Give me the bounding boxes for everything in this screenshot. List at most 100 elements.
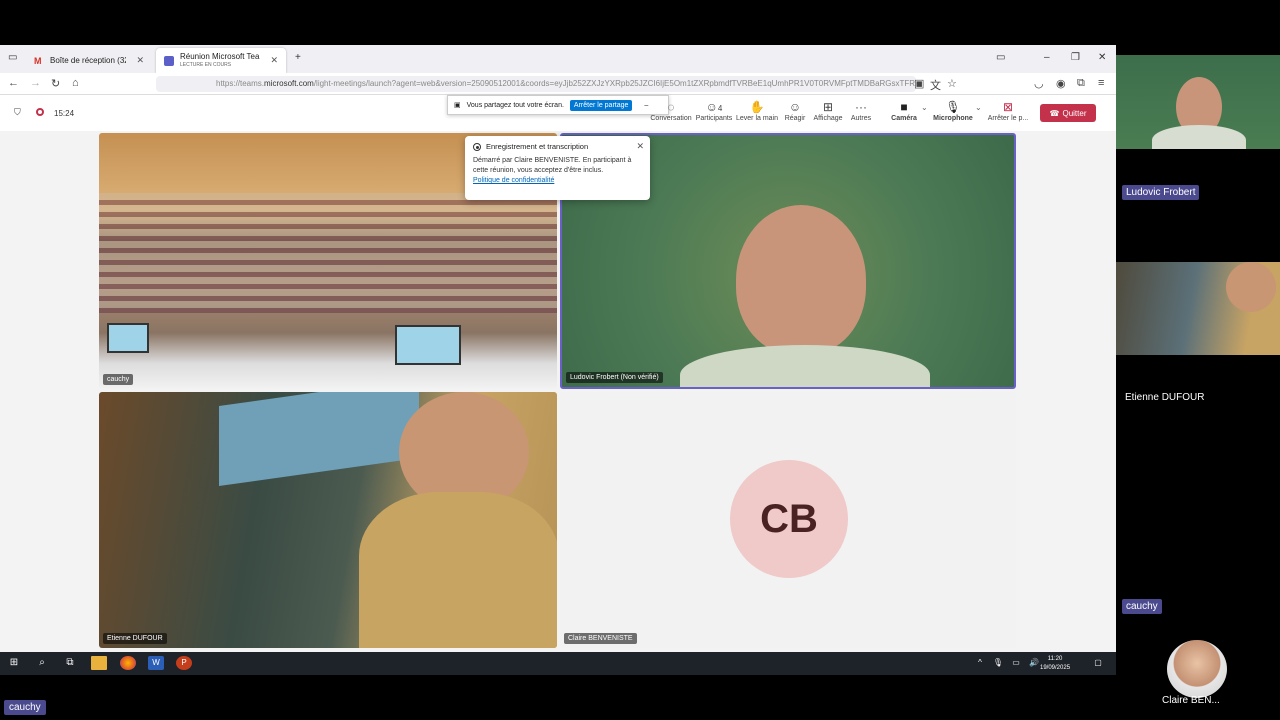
tab-teams-text: Réunion Microsoft Teams | Mic LECTURE EN… bbox=[180, 53, 260, 69]
toolbar-microphone[interactable]: 🎙 Microphone bbox=[931, 99, 975, 122]
share-banner: ▣ Vous partagez tout votre écran. Arrête… bbox=[447, 95, 669, 115]
tab-teams-sublabel: LECTURE EN COURS bbox=[180, 61, 232, 68]
extensions-icon[interactable]: ⧉ bbox=[1077, 77, 1085, 90]
avatar: CB bbox=[730, 460, 848, 578]
chevron-down-icon[interactable]: ⌄ bbox=[975, 103, 982, 112]
stop-sharing-button[interactable]: Arrêter le partage bbox=[569, 99, 633, 111]
toolbar-conversation[interactable]: ◌ Conversation bbox=[649, 99, 693, 122]
participant-shirt bbox=[1152, 125, 1246, 149]
tab-list-icon[interactable]: ▭ bbox=[8, 52, 17, 63]
tab-teams[interactable]: Réunion Microsoft Teams | Mic LECTURE EN… bbox=[156, 48, 286, 73]
toolbar-label: Arrêter le p... bbox=[987, 115, 1029, 122]
pocket-icon[interactable]: ◡ bbox=[1034, 77, 1044, 90]
recording-notice: Enregistrement et transcription ✕ Démarr… bbox=[465, 136, 650, 200]
shield-icon: ⛉ bbox=[14, 107, 21, 117]
toolbar-label: Conversation bbox=[650, 115, 692, 122]
url-path: /light-meetings/launch?agent=web&version… bbox=[313, 79, 916, 88]
recording-icon bbox=[36, 108, 44, 116]
forward-icon[interactable]: → bbox=[30, 77, 41, 89]
toolbar-camera[interactable]: ■ Caméra bbox=[882, 99, 926, 122]
screen-share-icon[interactable]: ▣ bbox=[914, 77, 924, 90]
restore-icon[interactable]: ❐ bbox=[1071, 52, 1080, 63]
camera-icon: ■ bbox=[900, 100, 908, 114]
participant-name: Etienne DUFOUR bbox=[103, 633, 167, 644]
chevron-down-icon[interactable]: ⌄ bbox=[921, 103, 928, 112]
address-field[interactable]: https://teams.microsoft.com/light-meetin… bbox=[156, 76, 916, 92]
recording-notice-body: Démarré par Claire BENVENISTE. En partic… bbox=[473, 156, 632, 175]
participant-shirt bbox=[359, 492, 557, 648]
browser-tab-bar: ▭ M Boîte de réception (32) - benoît ✕ R… bbox=[0, 45, 1116, 73]
close-icon[interactable]: ✕ bbox=[270, 55, 278, 66]
participant-shirt bbox=[680, 345, 930, 387]
side-label-claire: Claire BEN... bbox=[1162, 695, 1220, 706]
browser-url-bar: ← → ↻ ⌂ https://teams.microsoft.com/ligh… bbox=[0, 73, 1116, 95]
video-tile-claire[interactable]: CB Claire BENVENISTE bbox=[560, 392, 1016, 648]
toolbar-label: Caméra bbox=[891, 115, 917, 122]
avatar[interactable] bbox=[1167, 640, 1227, 698]
leave-label: Quitter bbox=[1062, 108, 1087, 118]
share-icon: ▣ bbox=[454, 102, 461, 109]
chat-icon: ◌ bbox=[667, 100, 675, 114]
notification-icon[interactable]: ▢ bbox=[1090, 656, 1106, 670]
participant-face bbox=[1226, 262, 1276, 312]
network-icon[interactable]: ▭ bbox=[1008, 656, 1024, 670]
url-domain: microsoft.com bbox=[264, 79, 314, 88]
close-icon[interactable]: ✕ bbox=[636, 140, 644, 153]
tab-gmail-label: Boîte de réception (32) - benoît bbox=[50, 56, 126, 65]
powerpoint-icon[interactable]: P bbox=[176, 656, 192, 670]
url-prefix: https://teams. bbox=[216, 79, 265, 88]
share-banner-text: Vous partagez tout votre écran. bbox=[466, 101, 564, 109]
participant-name: cauchy bbox=[103, 374, 134, 385]
clock-time: 11:20 bbox=[1047, 656, 1063, 662]
window-close-icon[interactable]: ✕ bbox=[1098, 52, 1106, 63]
file-explorer-icon[interactable] bbox=[91, 656, 107, 670]
tab-gmail[interactable]: M Boîte de réception (32) - benoît ✕ bbox=[26, 48, 152, 73]
side-video-cauchy[interactable] bbox=[1116, 469, 1280, 561]
toolbar-participants[interactable]: ☺4 Participants bbox=[692, 99, 736, 122]
reload-icon[interactable]: ↻ bbox=[51, 77, 60, 90]
leave-button[interactable]: ☎ Quitter bbox=[1040, 104, 1096, 122]
back-icon[interactable]: ← bbox=[8, 77, 19, 89]
tab-overview-icon[interactable]: ▭ bbox=[996, 52, 1005, 63]
meeting-timer: 15:24 bbox=[54, 109, 75, 118]
gmail-icon: M bbox=[34, 55, 42, 66]
recording-notice-title: Enregistrement et transcription bbox=[486, 142, 589, 151]
search-icon[interactable]: ⌕ bbox=[34, 656, 50, 670]
windows-start-icon[interactable]: ⊞ bbox=[6, 656, 22, 670]
taskbar-clock[interactable]: 11:20 19/09/2025 bbox=[1040, 655, 1070, 673]
account-icon[interactable]: ◉ bbox=[1056, 77, 1066, 90]
toolbar-more[interactable]: ··· Autres bbox=[839, 99, 883, 122]
task-view-icon[interactable]: ⧉ bbox=[62, 656, 78, 670]
participant-name: Ludovic Frobert (Non vérifié) bbox=[566, 372, 663, 383]
mic-icon[interactable]: 🎙 bbox=[990, 656, 1006, 670]
chevron-up-icon[interactable]: ^ bbox=[972, 656, 988, 670]
meeting-root: ▭ M Boîte de réception (32) - benoît ✕ R… bbox=[0, 0, 1280, 720]
clock-date: 19/09/2025 bbox=[1040, 665, 1071, 671]
participant-name: Claire BENVENISTE bbox=[564, 633, 637, 644]
home-icon[interactable]: ⌂ bbox=[72, 77, 79, 89]
close-icon[interactable]: ✕ bbox=[136, 55, 144, 66]
privacy-policy-link[interactable]: Politique de confidentialité bbox=[473, 177, 554, 184]
minimize-icon[interactable]: – bbox=[1044, 52, 1050, 63]
toolbar-stop-share[interactable]: ⊠ Arrêter le p... bbox=[986, 99, 1030, 122]
collapse-icon[interactable]: – bbox=[644, 102, 648, 109]
side-label-cauchy: cauchy bbox=[1122, 599, 1162, 614]
windows-taskbar: ⊞ ⌕ ⧉ W P ^ 🎙 ▭ 🔊 11:20 19/09/2025 ▢ bbox=[0, 652, 1116, 675]
monitor-image bbox=[395, 325, 461, 365]
monitor-image bbox=[107, 323, 149, 353]
side-video-etienne[interactable] bbox=[1116, 262, 1280, 355]
translate-icon[interactable]: 文 bbox=[930, 77, 941, 93]
projection-screen bbox=[219, 392, 419, 487]
star-icon[interactable]: ☆ bbox=[947, 77, 957, 90]
stop-share-icon: ⊠ bbox=[1002, 100, 1014, 114]
phone-icon: ☎ bbox=[1049, 108, 1060, 118]
firefox-icon[interactable] bbox=[120, 656, 136, 670]
new-tab-icon[interactable]: + bbox=[295, 52, 301, 63]
word-icon[interactable]: W bbox=[148, 656, 164, 670]
video-tile-etienne[interactable]: Etienne DUFOUR bbox=[99, 392, 557, 648]
menu-icon[interactable]: ≡ bbox=[1098, 77, 1104, 89]
side-video-ludovic[interactable] bbox=[1116, 55, 1280, 149]
toolbar-label: Microphone bbox=[933, 115, 973, 122]
recording-icon bbox=[473, 143, 481, 152]
lecture-hall-seats bbox=[99, 193, 557, 313]
